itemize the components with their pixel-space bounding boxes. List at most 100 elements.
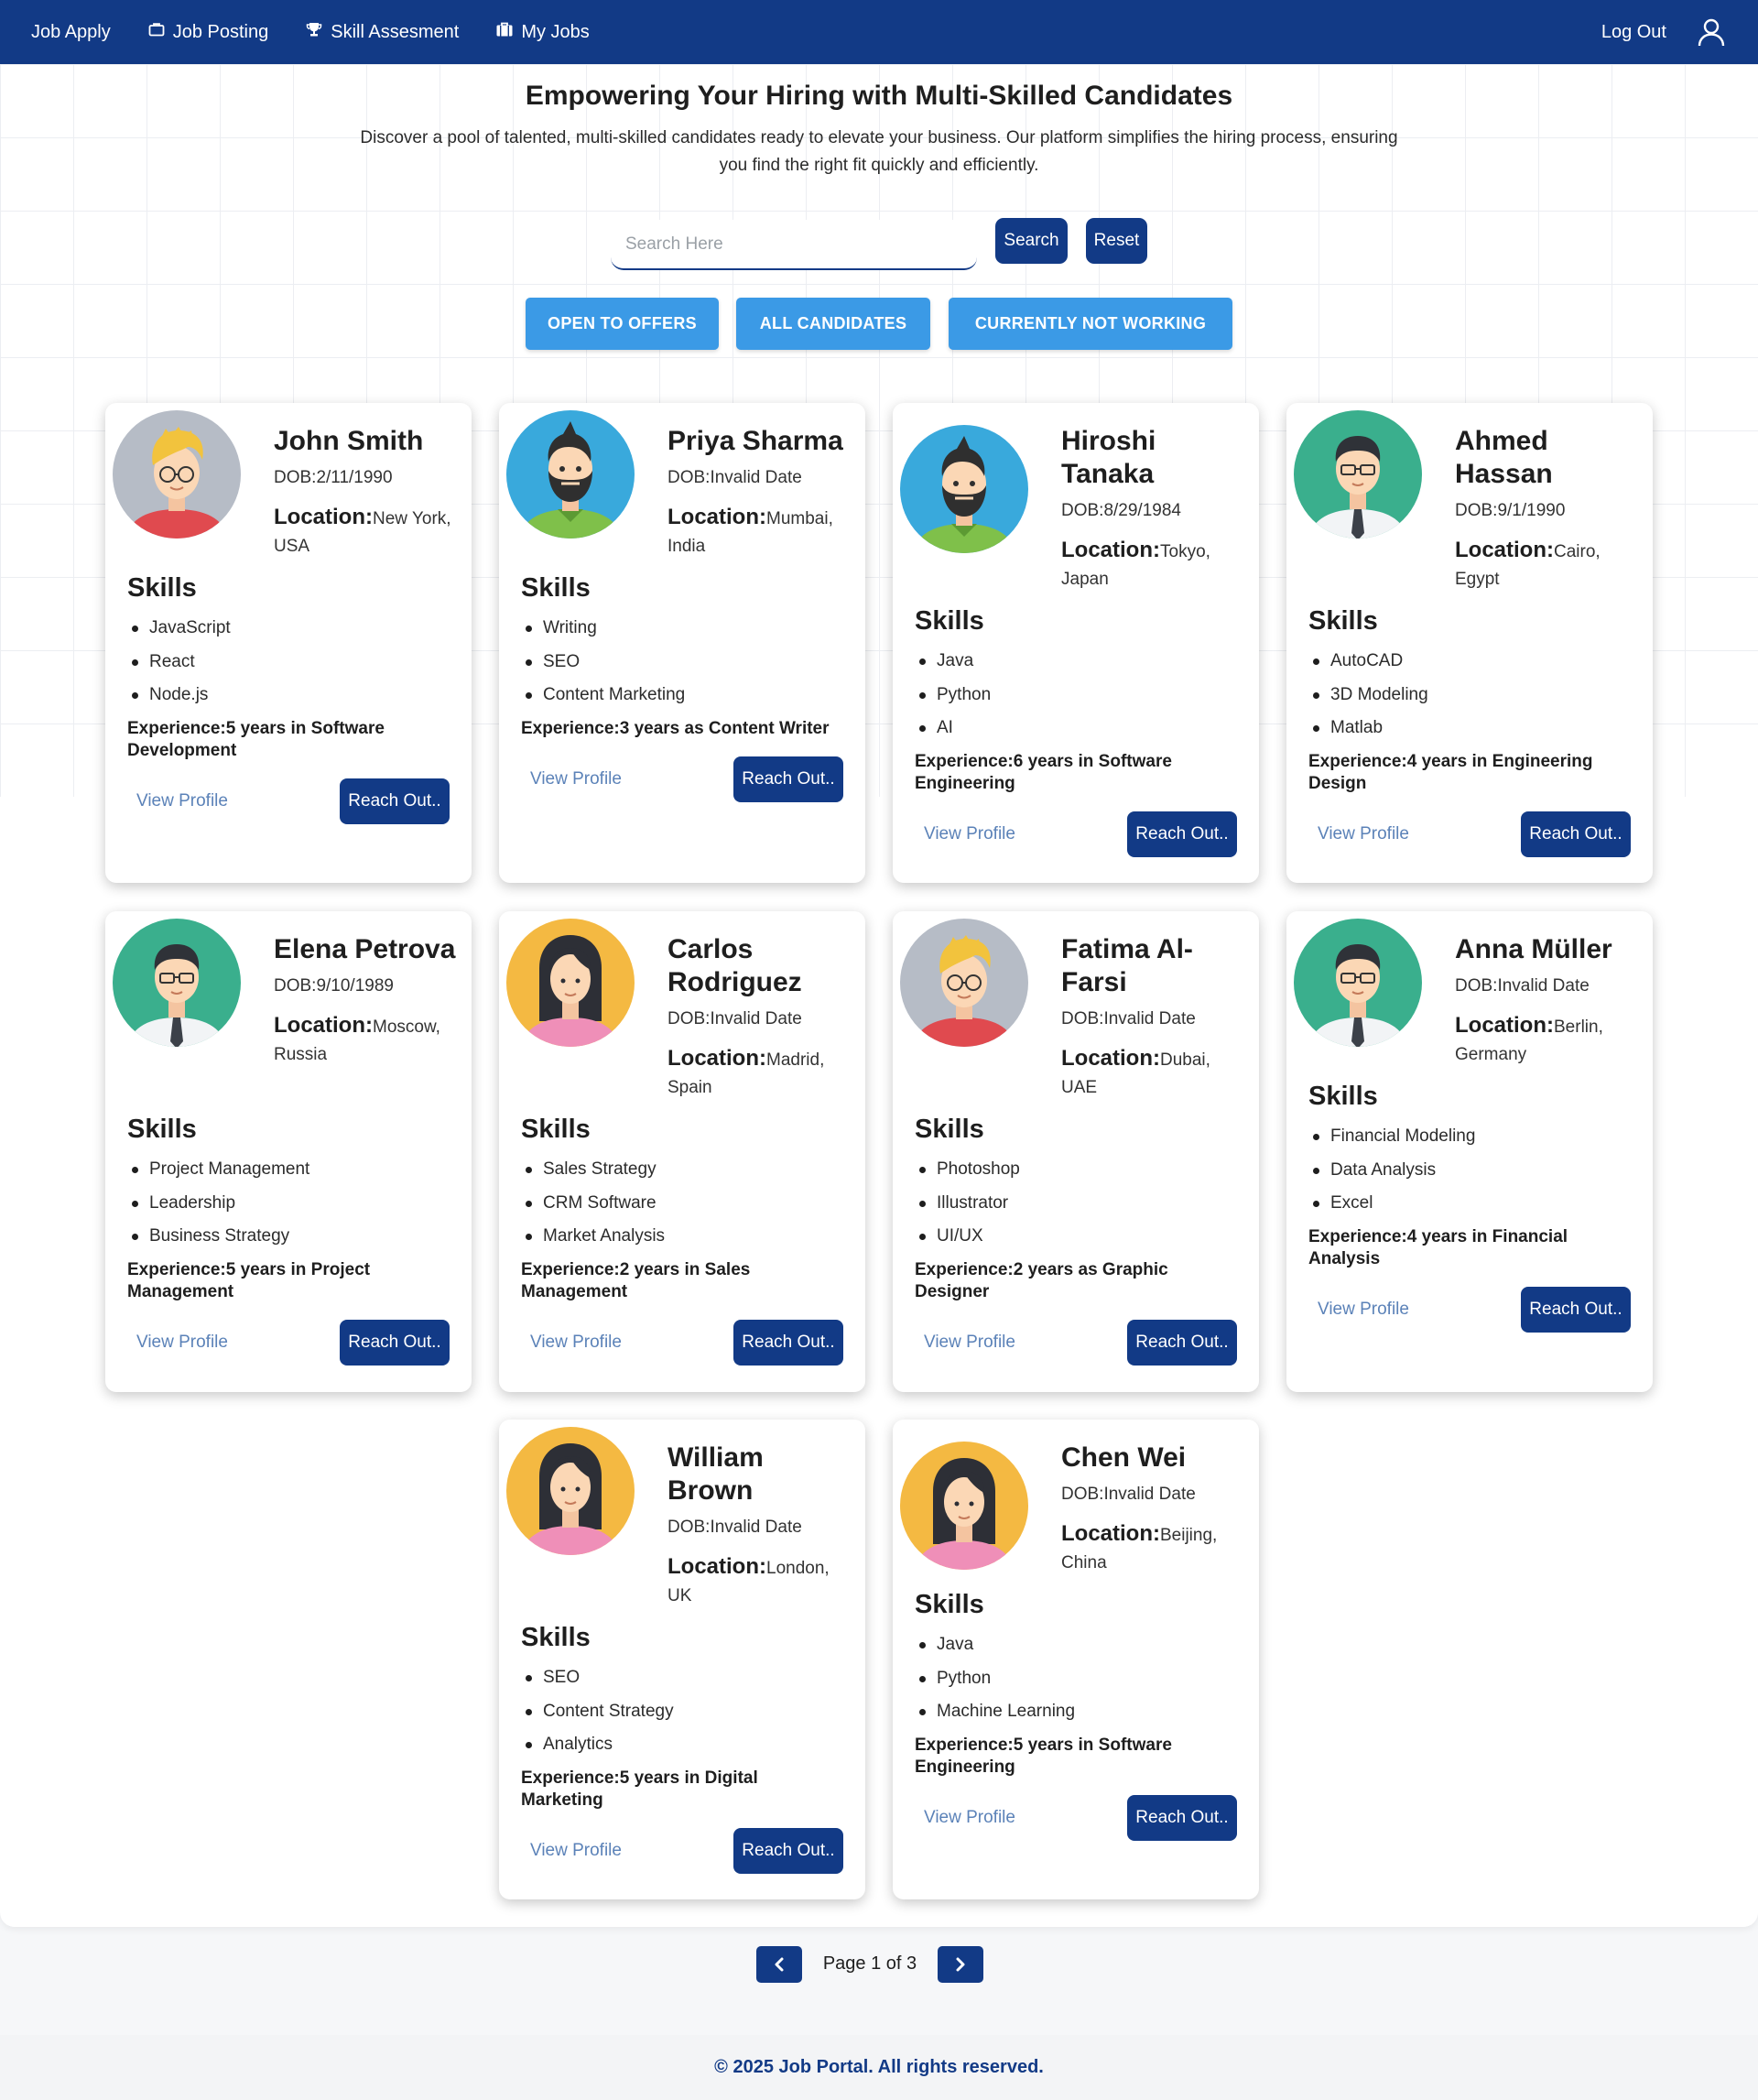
- user-icon[interactable]: [1696, 16, 1727, 48]
- filter-open-to-offers-button[interactable]: OPEN TO OFFERS: [526, 298, 719, 350]
- skill-item: Photoshop: [915, 1153, 1244, 1187]
- view-profile-link[interactable]: View Profile: [530, 769, 622, 789]
- view-profile-link[interactable]: View Profile: [530, 1333, 622, 1353]
- candidate-experience: Experience:5 years in Software Engineeri…: [915, 1735, 1226, 1779]
- skill-item: Financial Modeling: [1308, 1120, 1638, 1154]
- skills-list: Photoshop Illustrator UI/UX: [915, 1153, 1244, 1254]
- view-profile-link[interactable]: View Profile: [1318, 824, 1409, 844]
- skills-heading: Skills: [127, 573, 197, 603]
- skill-item: JavaScript: [127, 612, 457, 646]
- candidate-card: John Smith DOB:2/11/1990 Location:New Yo…: [105, 403, 472, 883]
- experience-value: 3 years as Content Writer: [619, 719, 830, 738]
- filter-all-candidates-button[interactable]: ALL CANDIDATES: [736, 298, 930, 350]
- reset-button[interactable]: Reset: [1086, 218, 1147, 264]
- reach-out-button[interactable]: Reach Out..: [733, 1828, 843, 1874]
- view-profile-link[interactable]: View Profile: [530, 1841, 622, 1861]
- filter-currently-not-working-button[interactable]: CURRENTLY NOT WORKING: [949, 298, 1232, 350]
- skill-item: Illustrator: [915, 1187, 1244, 1221]
- view-profile-link[interactable]: View Profile: [136, 1333, 228, 1353]
- avatar: [900, 1442, 1028, 1570]
- skill-item: Java: [915, 1628, 1244, 1662]
- reach-out-button[interactable]: Reach Out..: [733, 1320, 843, 1366]
- candidate-experience: Experience:4 years in Engineering Design: [1308, 751, 1620, 795]
- card-header: Carlos Rodriguez DOB:Invalid Date Locati…: [667, 933, 855, 1102]
- candidate-experience: Experience:4 years in Financial Analysis: [1308, 1226, 1620, 1270]
- reach-out-button[interactable]: Reach Out..: [340, 1320, 450, 1366]
- reach-out-button[interactable]: Reach Out..: [733, 756, 843, 802]
- page-indicator: Page 1 of 3: [822, 1953, 917, 1974]
- nav-skill-assesment[interactable]: Skill Assesment: [305, 20, 459, 44]
- view-profile-link[interactable]: View Profile: [924, 824, 1015, 844]
- card-header: Chen Wei DOB:Invalid Date Location:Beiji…: [1061, 1442, 1249, 1577]
- candidate-card: Hiroshi Tanaka DOB:8/29/1984 Location:To…: [893, 403, 1259, 883]
- location-label: Location:: [667, 505, 766, 529]
- experience-label: Experience:: [521, 719, 620, 738]
- nav-job-apply[interactable]: Job Apply: [31, 22, 111, 43]
- candidate-name: John Smith: [274, 426, 424, 456]
- next-page-button[interactable]: [938, 1946, 983, 1983]
- page-description: Discover a pool of talented, multi-skill…: [360, 128, 1398, 175]
- nav-job-posting[interactable]: Job Posting: [147, 20, 268, 44]
- skill-item: Machine Learning: [915, 1695, 1244, 1729]
- location-label: Location:: [1455, 538, 1554, 562]
- skills-heading: Skills: [915, 606, 984, 636]
- card-header: William Brown DOB:Invalid Date Location:…: [667, 1442, 855, 1610]
- skill-item: Excel: [1308, 1187, 1638, 1221]
- candidate-location: Location:Cairo, Egypt: [1455, 537, 1643, 593]
- search-button[interactable]: Search: [995, 218, 1068, 264]
- prev-page-button[interactable]: [756, 1946, 802, 1983]
- avatar: [113, 410, 241, 539]
- skill-item: Data Analysis: [1308, 1154, 1638, 1188]
- location-label: Location:: [274, 505, 373, 529]
- view-profile-link[interactable]: View Profile: [924, 1808, 1015, 1828]
- dob-label: DOB:: [1455, 501, 1498, 520]
- candidate-name: Fatima Al-Farsi: [1061, 934, 1193, 997]
- candidate-experience: Experience:2 years as Graphic Designer: [915, 1259, 1226, 1303]
- candidate-name: Carlos Rodriguez: [667, 934, 802, 997]
- dob-label: DOB:: [667, 1518, 711, 1537]
- candidate-name: Elena Petrova: [274, 934, 456, 964]
- reach-out-button[interactable]: Reach Out..: [1127, 1320, 1237, 1366]
- candidate-card: Chen Wei DOB:Invalid Date Location:Beiji…: [893, 1420, 1259, 1899]
- skill-item: Writing: [521, 612, 851, 646]
- logout-link[interactable]: Log Out: [1601, 22, 1666, 43]
- skill-item: CRM Software: [521, 1187, 851, 1221]
- candidate-dob: DOB:9/1/1990: [1455, 500, 1643, 522]
- skills-list: JavaScript React Node.js: [127, 612, 457, 713]
- avatar: [1294, 919, 1422, 1047]
- candidate-experience: Experience:5 years in Software Developme…: [127, 718, 439, 762]
- reach-out-button[interactable]: Reach Out..: [1521, 811, 1631, 857]
- experience-label: Experience:: [1308, 1227, 1407, 1246]
- skills-heading: Skills: [521, 1115, 591, 1144]
- reach-out-button[interactable]: Reach Out..: [1127, 811, 1237, 857]
- view-profile-link[interactable]: View Profile: [1318, 1300, 1409, 1320]
- skill-item: SEO: [521, 1661, 851, 1695]
- reach-out-button[interactable]: Reach Out..: [340, 778, 450, 824]
- experience-label: Experience:: [521, 1768, 620, 1788]
- nav-my-jobs[interactable]: My Jobs: [495, 20, 590, 44]
- dob-label: DOB:: [274, 468, 317, 487]
- location-label: Location:: [1455, 1013, 1554, 1038]
- view-profile-link[interactable]: View Profile: [924, 1333, 1015, 1353]
- candidate-experience: Experience:2 years in Sales Management: [521, 1259, 832, 1303]
- dob-label: DOB:: [1061, 501, 1104, 520]
- dob-label: DOB:: [667, 1009, 711, 1028]
- candidate-location: Location:Berlin, Germany: [1455, 1012, 1643, 1069]
- avatar: [1294, 410, 1422, 539]
- reach-out-button[interactable]: Reach Out..: [1127, 1795, 1237, 1841]
- nav-skill-assesment-label: Skill Assesment: [331, 21, 460, 42]
- candidate-name: Hiroshi Tanaka: [1061, 426, 1156, 489]
- candidate-card: Fatima Al-Farsi DOB:Invalid Date Locatio…: [893, 911, 1259, 1392]
- search-input[interactable]: [611, 220, 977, 270]
- skill-item: Sales Strategy: [521, 1153, 851, 1187]
- skill-item: Content Strategy: [521, 1695, 851, 1729]
- view-profile-link[interactable]: View Profile: [136, 791, 228, 811]
- candidate-location: Location:Tokyo, Japan: [1061, 537, 1249, 593]
- candidate-card: Elena Petrova DOB:9/10/1989 Location:Mos…: [105, 911, 472, 1392]
- reach-out-button[interactable]: Reach Out..: [1521, 1287, 1631, 1333]
- card-header: Fatima Al-Farsi DOB:Invalid Date Locatio…: [1061, 933, 1249, 1102]
- candidate-name: Anna Müller: [1455, 934, 1612, 964]
- candidate-name: Ahmed Hassan: [1455, 426, 1553, 489]
- candidate-name: Chen Wei: [1061, 1442, 1187, 1473]
- skills-heading: Skills: [915, 1590, 984, 1619]
